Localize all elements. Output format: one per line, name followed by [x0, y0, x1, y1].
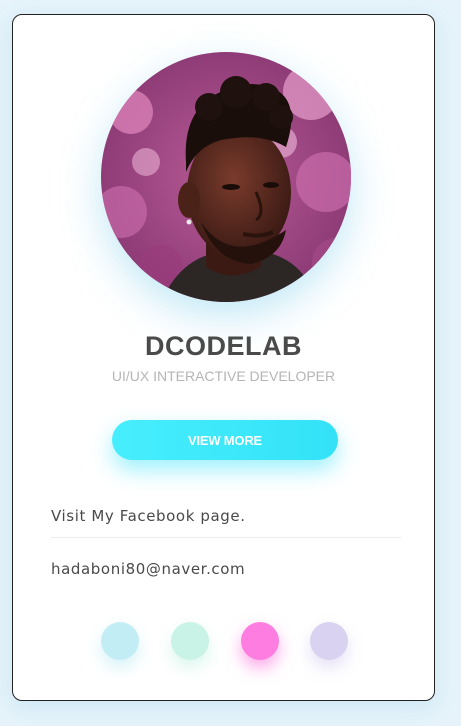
profile-photo: [101, 52, 351, 302]
profile-card: DCODELAB UI/UX INTERACTIVE DEVELOPER VIE…: [12, 14, 435, 701]
color-dot-pink[interactable]: [241, 622, 279, 660]
color-dot-lavender[interactable]: [310, 622, 348, 660]
email-link[interactable]: hadaboni80@naver.com: [51, 560, 401, 578]
divider: [51, 537, 401, 538]
view-more-button[interactable]: VIEW MORE: [112, 420, 338, 460]
profile-role: UI/UX INTERACTIVE DEVELOPER: [111, 368, 336, 384]
avatar: [101, 52, 351, 302]
color-dots: [101, 622, 349, 660]
color-dot-cyan[interactable]: [101, 622, 139, 660]
color-dot-mint[interactable]: [171, 622, 209, 660]
facebook-link[interactable]: Visit My Facebook page.: [51, 507, 401, 525]
profile-name: DCODELAB: [145, 331, 302, 361]
